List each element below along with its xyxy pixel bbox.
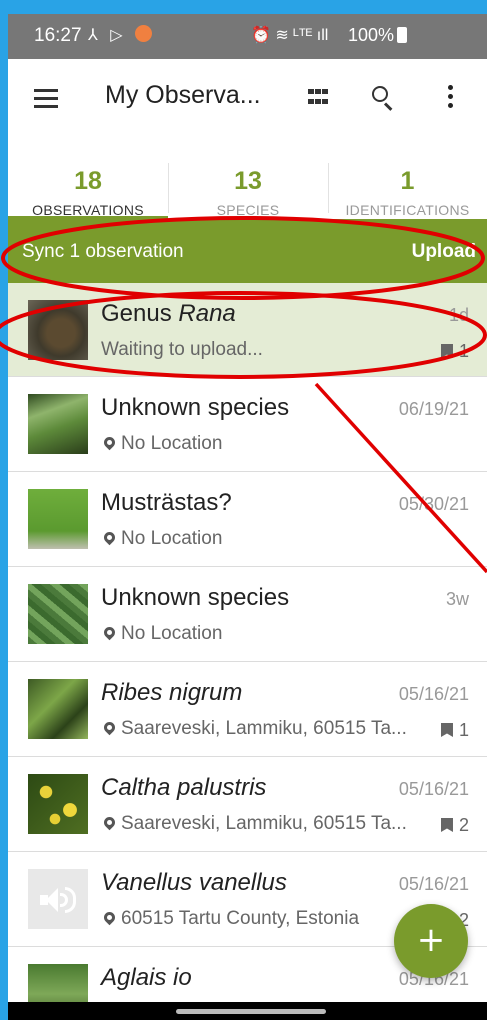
- menu-icon[interactable]: [34, 89, 58, 109]
- tab-identifications[interactable]: 1 IDENTIFICATIONS: [328, 139, 487, 219]
- system-nav-bar: [8, 1002, 487, 1020]
- observation-location: 60515 Tartu County, Estonia: [101, 908, 431, 930]
- observation-date: 05/16/21: [398, 874, 469, 894]
- observation-date: 05/30/21: [398, 494, 469, 514]
- tab-species[interactable]: 13 SPECIES: [168, 139, 328, 219]
- notification-icons: ⅄ ▷: [88, 27, 127, 44]
- identification-icon: [440, 344, 453, 358]
- location-pin-icon: [101, 719, 118, 736]
- observation-date: 3w: [445, 589, 469, 609]
- observation-thumbnail: [28, 584, 88, 644]
- observation-location: No Location: [101, 623, 431, 645]
- tab-observations-count: 18: [74, 167, 102, 195]
- observation-name: Aglais io: [101, 964, 192, 991]
- tab-species-label: SPECIES: [216, 202, 280, 218]
- list-item[interactable]: Ribes nigrum Saareveski, Lammiku, 60515 …: [8, 662, 487, 757]
- status-time: 16:27: [34, 25, 82, 46]
- observation-name: Musträstas?: [101, 489, 232, 516]
- location-text: 60515 Tartu County, Estonia: [121, 908, 360, 929]
- location-text: No Location: [121, 528, 223, 549]
- location-text: No Location: [121, 623, 223, 644]
- tab-species-count: 13: [234, 167, 262, 195]
- list-item[interactable]: Unknown species No Location 06/19/21: [8, 377, 487, 472]
- tabs-bar: 18 OBSERVATIONS 13 SPECIES 1 IDENTIFICAT…: [8, 139, 487, 219]
- observation-thumbnail: [28, 300, 88, 360]
- observation-name: Unknown species: [101, 584, 290, 611]
- location-pin-icon: [101, 909, 118, 926]
- observation-location: Saareveski, Lammiku, 60515 Ta...: [101, 718, 426, 740]
- location-pin-icon: [101, 624, 118, 641]
- grid-icon[interactable]: [308, 89, 328, 107]
- location-text: Saareveski, Lammiku, 60515 Ta...: [121, 718, 407, 739]
- sound-thumbnail: [28, 869, 88, 929]
- observation-thumbnail: [28, 489, 88, 549]
- observation-status: Waiting to upload...: [101, 339, 263, 360]
- tab-identifications-label: IDENTIFICATIONS: [345, 202, 470, 218]
- identification-count-value: 1: [458, 720, 469, 740]
- observation-thumbnail: [28, 679, 88, 739]
- observation-name: Genus Rana: [101, 300, 236, 328]
- observation-date: 05/16/21: [398, 779, 469, 799]
- sync-text: Sync 1 observation: [22, 241, 184, 262]
- battery-indicator: 100%: [348, 25, 408, 46]
- home-gesture-handle[interactable]: [176, 1009, 326, 1014]
- tab-observations[interactable]: 18 OBSERVATIONS: [8, 139, 168, 219]
- identification-count: 1: [440, 720, 469, 741]
- location-pin-icon: [101, 434, 118, 451]
- list-item[interactable]: Unknown species No Location 3w: [8, 567, 487, 662]
- list-item[interactable]: Musträstas? No Location 05/30/21: [8, 472, 487, 567]
- notification-dot-icon: [134, 25, 152, 42]
- tab-identifications-count: 1: [400, 167, 415, 195]
- sync-banner: Sync 1 observation Upload: [8, 219, 487, 283]
- observation-name: Vanellus vanellus: [101, 869, 287, 896]
- app-header: My Observa...: [8, 59, 487, 139]
- observation-thumbnail: [28, 774, 88, 834]
- observation-date: 05/16/21: [398, 684, 469, 704]
- app-screen: 16:27 ⅄ ▷ ⏰ ≋ ᴸᵀᴱ ıll 100% My Observa...…: [8, 14, 487, 1020]
- identification-count: 2: [440, 815, 469, 836]
- battery-icon: [397, 27, 408, 43]
- more-vert-icon[interactable]: [448, 85, 454, 111]
- page-title: My Observa...: [105, 81, 261, 109]
- observation-location: Saareveski, Lammiku, 60515 Ta...: [101, 813, 426, 835]
- list-item[interactable]: Genus Rana Waiting to upload... 1d 1: [8, 283, 487, 377]
- location-pin-icon: [101, 814, 118, 831]
- identification-count-value: 2: [458, 815, 469, 835]
- observation-name: Unknown species: [101, 394, 290, 421]
- status-right-icons: ⏰ ≋ ᴸᵀᴱ ıll: [251, 27, 329, 44]
- observation-name: Caltha palustris: [101, 774, 267, 801]
- observation-location: No Location: [101, 433, 431, 455]
- identification-icon: [440, 818, 453, 832]
- upload-button[interactable]: Upload: [412, 241, 476, 263]
- status-left-icons: ⅄ ▷: [88, 25, 152, 45]
- observation-location: No Location: [101, 528, 431, 550]
- location-text: Saareveski, Lammiku, 60515 Ta...: [121, 813, 407, 834]
- observation-date: 06/19/21: [398, 399, 469, 419]
- add-observation-button[interactable]: +: [394, 904, 468, 978]
- taxon-rank: Genus: [101, 300, 179, 327]
- observation-thumbnail: [28, 394, 88, 454]
- status-bar: 16:27 ⅄ ▷ ⏰ ≋ ᴸᵀᴱ ıll 100%: [8, 14, 487, 59]
- identification-count: 1: [440, 341, 469, 362]
- battery-percent: 100%: [348, 25, 395, 45]
- taxon-name: Rana: [178, 300, 236, 327]
- observation-date: 1d: [448, 305, 469, 325]
- search-icon[interactable]: [372, 86, 396, 111]
- identification-icon: [440, 723, 453, 737]
- list-item[interactable]: Caltha palustris Saareveski, Lammiku, 60…: [8, 757, 487, 852]
- identification-count-value: 1: [458, 341, 469, 361]
- observation-name: Ribes nigrum: [101, 679, 243, 706]
- location-pin-icon: [101, 529, 118, 546]
- speaker-icon: [40, 887, 76, 913]
- location-text: No Location: [121, 433, 223, 454]
